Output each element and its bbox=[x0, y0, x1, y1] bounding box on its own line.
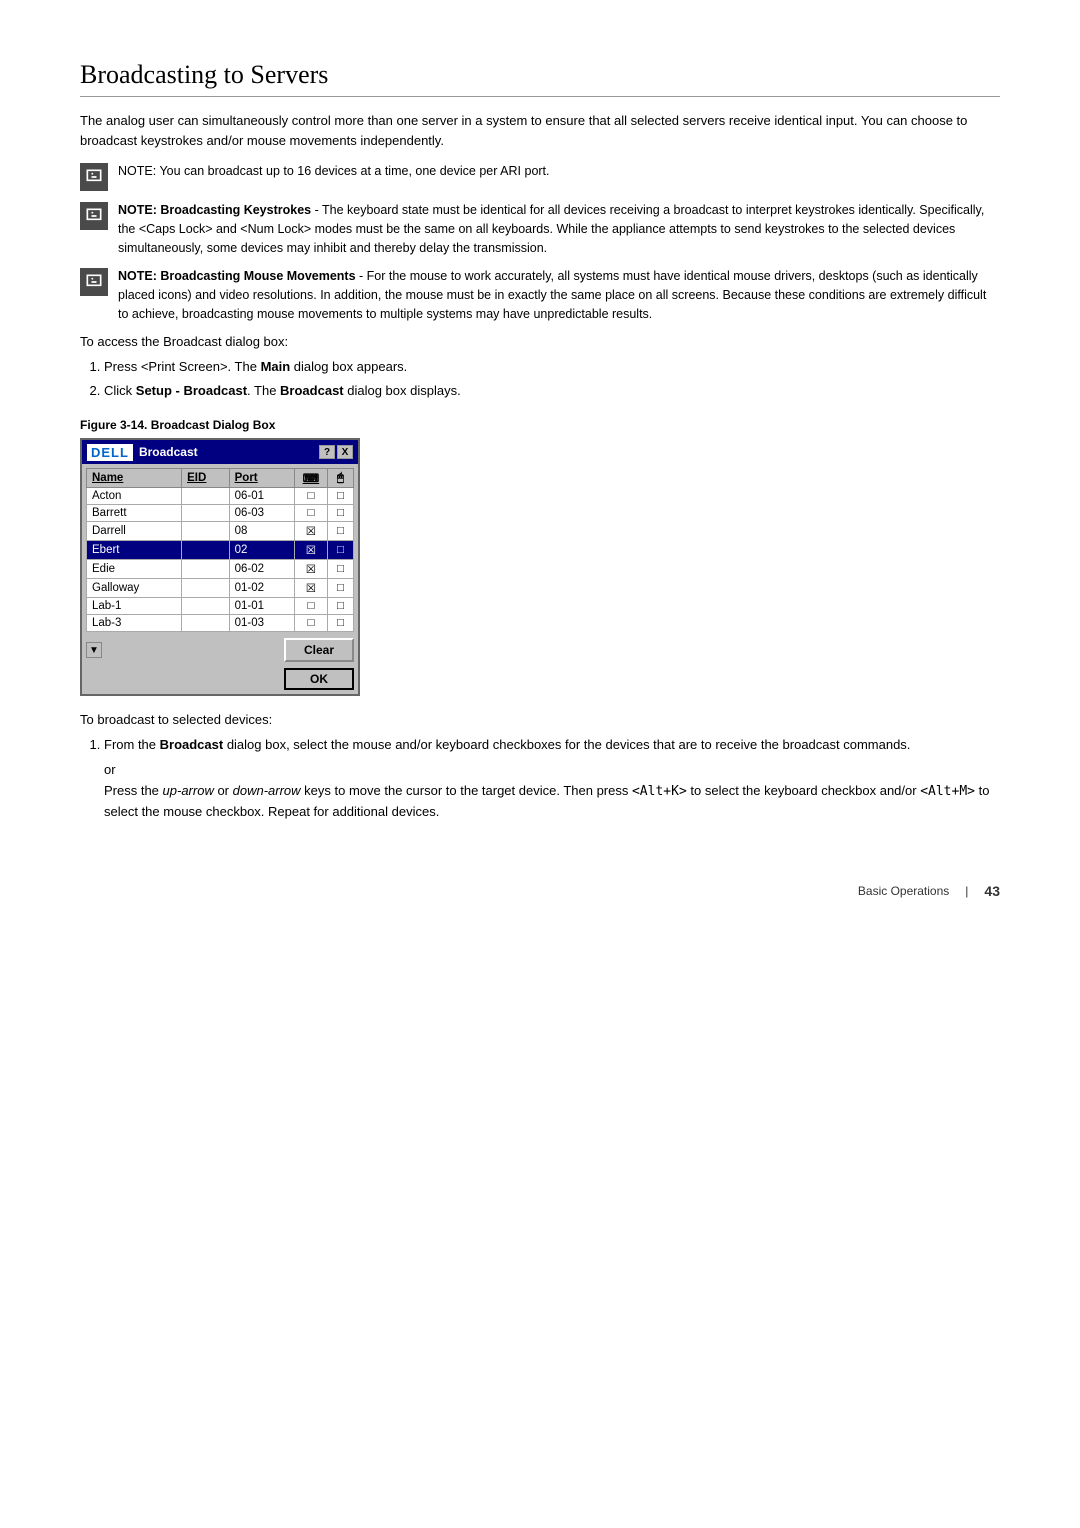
cell-kb-checkbox[interactable] bbox=[295, 579, 328, 598]
note-icon-2 bbox=[80, 202, 108, 230]
dialog-buttons: OK bbox=[82, 664, 358, 694]
cell-eid bbox=[182, 541, 230, 560]
ok-button[interactable]: OK bbox=[284, 668, 354, 690]
col-header-kb: ⌨ bbox=[295, 469, 328, 488]
bottom-step-1: From the Broadcast dialog box, select th… bbox=[104, 735, 1000, 823]
cell-name: Edie bbox=[87, 560, 182, 579]
table-row[interactable]: Lab-1 01-01 bbox=[87, 598, 354, 615]
titlebar-controls[interactable]: ? X bbox=[319, 445, 353, 459]
cell-name: Lab-1 bbox=[87, 598, 182, 615]
clear-button[interactable]: Clear bbox=[284, 638, 354, 662]
table-row[interactable]: Acton 06-01 bbox=[87, 488, 354, 505]
dialog-titlebar: DELL Broadcast ? X bbox=[82, 440, 358, 464]
cell-eid bbox=[182, 579, 230, 598]
cell-mouse-checkbox[interactable] bbox=[327, 541, 353, 560]
steps-intro: To access the Broadcast dialog box: bbox=[80, 334, 1000, 349]
cell-eid bbox=[182, 522, 230, 541]
table-row[interactable]: Edie 06-02 bbox=[87, 560, 354, 579]
cell-port: 06-01 bbox=[229, 488, 294, 505]
note-block-3: NOTE: Broadcasting Mouse Movements - For… bbox=[80, 267, 1000, 323]
footer-separator: | bbox=[965, 884, 968, 898]
col-header-port: Port bbox=[229, 469, 294, 488]
cell-kb-checkbox[interactable] bbox=[295, 615, 328, 632]
col-header-mouse: 🖱 bbox=[327, 469, 353, 488]
note-block-2: NOTE: Broadcasting Keystrokes - The keyb… bbox=[80, 201, 1000, 257]
step-2: Click Setup - Broadcast. The Broadcast d… bbox=[104, 381, 1000, 402]
footer-section: Basic Operations bbox=[858, 884, 949, 898]
table-row[interactable]: Darrell 08 bbox=[87, 522, 354, 541]
note-text-2: NOTE: Broadcasting Keystrokes - The keyb… bbox=[118, 201, 1000, 257]
dell-logo: DELL bbox=[87, 444, 133, 461]
note-block-1: NOTE: You can broadcast up to 16 devices… bbox=[80, 162, 1000, 191]
table-row[interactable]: Barrett 06-03 bbox=[87, 505, 354, 522]
dialog-content: Name EID Port ⌨ 🖱 Acton 06-01 Barrett 06-03… bbox=[82, 464, 358, 636]
cell-mouse-checkbox[interactable] bbox=[327, 522, 353, 541]
page-title: Broadcasting to Servers bbox=[80, 60, 1000, 97]
cell-name: Galloway bbox=[87, 579, 182, 598]
cell-eid bbox=[182, 505, 230, 522]
note-text-1: NOTE: You can broadcast up to 16 devices… bbox=[118, 162, 550, 181]
cell-port: 08 bbox=[229, 522, 294, 541]
table-body: Acton06-01Barrett06-03Darrell08Ebert02Ed… bbox=[87, 488, 354, 632]
table-header-row: Name EID Port ⌨ 🖱 bbox=[87, 469, 354, 488]
cell-kb-checkbox[interactable] bbox=[295, 488, 328, 505]
page-number: 43 bbox=[984, 883, 1000, 899]
cell-eid bbox=[182, 615, 230, 632]
intro-paragraph: The analog user can simultaneously contr… bbox=[80, 111, 1000, 150]
cell-port: 06-02 bbox=[229, 560, 294, 579]
cell-port: 01-02 bbox=[229, 579, 294, 598]
note-icon-3 bbox=[80, 268, 108, 296]
cell-port: 06-03 bbox=[229, 505, 294, 522]
table-row[interactable]: Lab-3 01-03 bbox=[87, 615, 354, 632]
close-button[interactable]: X bbox=[337, 445, 353, 459]
cell-kb-checkbox[interactable] bbox=[295, 598, 328, 615]
scroll-down-arrow[interactable]: ▼ bbox=[86, 642, 102, 658]
cell-name: Darrell bbox=[87, 522, 182, 541]
figure-caption: Figure 3-14. Broadcast Dialog Box bbox=[80, 418, 1000, 432]
table-row[interactable]: Ebert 02 bbox=[87, 541, 354, 560]
cell-mouse-checkbox[interactable] bbox=[327, 615, 353, 632]
cell-kb-checkbox[interactable] bbox=[295, 541, 328, 560]
cell-port: 01-01 bbox=[229, 598, 294, 615]
cell-eid bbox=[182, 598, 230, 615]
bottom-step-1-sub: or Press the up-arrow or down-arrow keys… bbox=[104, 760, 1000, 823]
cell-name: Barrett bbox=[87, 505, 182, 522]
table-row[interactable]: Galloway 01-02 bbox=[87, 579, 354, 598]
cell-port: 01-03 bbox=[229, 615, 294, 632]
note-text-3: NOTE: Broadcasting Mouse Movements - For… bbox=[118, 267, 1000, 323]
note-icon-1 bbox=[80, 163, 108, 191]
cell-kb-checkbox[interactable] bbox=[295, 560, 328, 579]
cell-name: Ebert bbox=[87, 541, 182, 560]
broadcast-dialog: DELL Broadcast ? X Name EID Port ⌨ 🖱 Act… bbox=[80, 438, 360, 696]
cell-mouse-checkbox[interactable] bbox=[327, 598, 353, 615]
cell-kb-checkbox[interactable] bbox=[295, 505, 328, 522]
cell-port: 02 bbox=[229, 541, 294, 560]
cell-eid bbox=[182, 488, 230, 505]
cell-mouse-checkbox[interactable] bbox=[327, 579, 353, 598]
page-footer: Basic Operations | 43 bbox=[80, 883, 1000, 899]
help-button[interactable]: ? bbox=[319, 445, 335, 459]
cell-mouse-checkbox[interactable] bbox=[327, 560, 353, 579]
step-1: Press <Print Screen>. The Main dialog bo… bbox=[104, 357, 1000, 378]
titlebar-left: DELL Broadcast bbox=[87, 444, 198, 461]
steps-list: Press <Print Screen>. The Main dialog bo… bbox=[104, 357, 1000, 403]
col-header-eid: EID bbox=[182, 469, 230, 488]
cell-name: Lab-3 bbox=[87, 615, 182, 632]
cell-kb-checkbox[interactable] bbox=[295, 522, 328, 541]
cell-eid bbox=[182, 560, 230, 579]
cell-mouse-checkbox[interactable] bbox=[327, 488, 353, 505]
dialog-footer-row: ▼ Clear bbox=[82, 636, 358, 664]
col-header-name: Name bbox=[87, 469, 182, 488]
dialog-title: Broadcast bbox=[139, 445, 198, 459]
bottom-steps-intro: To broadcast to selected devices: bbox=[80, 712, 1000, 727]
cell-name: Acton bbox=[87, 488, 182, 505]
bottom-steps-list: From the Broadcast dialog box, select th… bbox=[104, 735, 1000, 823]
cell-mouse-checkbox[interactable] bbox=[327, 505, 353, 522]
broadcast-table: Name EID Port ⌨ 🖱 Acton 06-01 Barrett 06-03… bbox=[86, 468, 354, 632]
